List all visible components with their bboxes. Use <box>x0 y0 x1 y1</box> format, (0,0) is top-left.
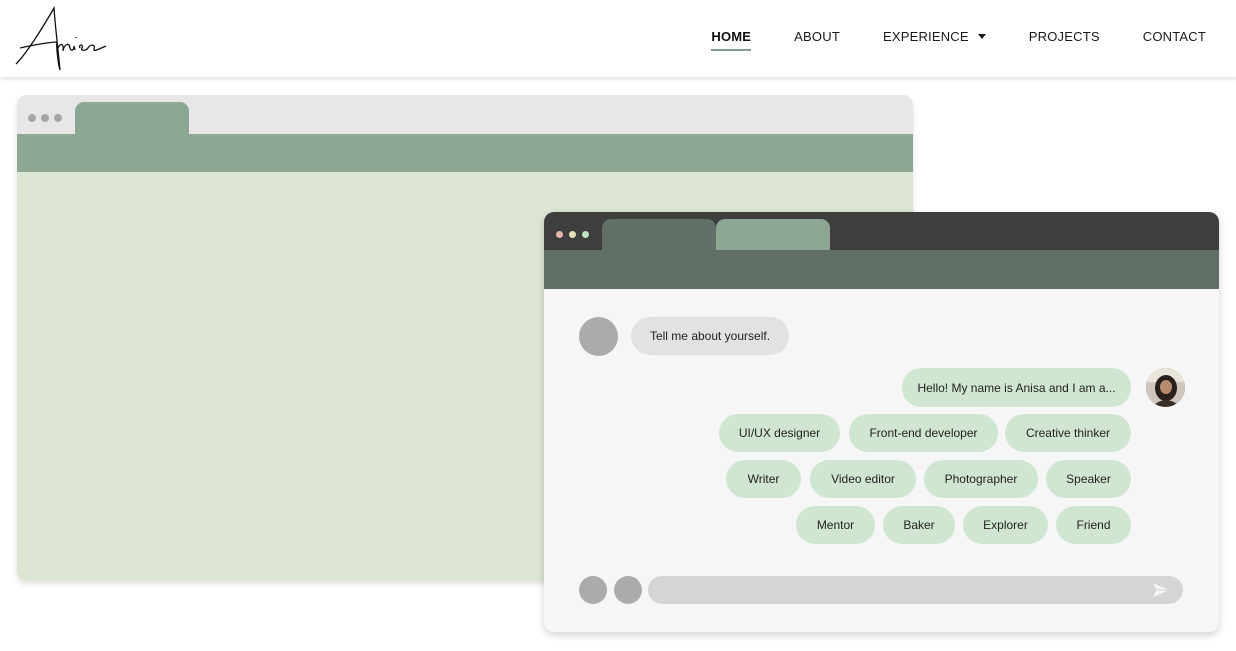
window-dots <box>556 231 589 238</box>
back-window-titlebar <box>17 95 913 134</box>
avatar <box>1146 368 1185 407</box>
caret-down-icon <box>977 33 986 39</box>
window-dot-minimize <box>569 231 576 238</box>
role-chip-speaker[interactable]: Speaker <box>1046 460 1131 498</box>
main-nav: HOME ABOUT EXPERIENCE PROJECTS CONTACT <box>668 0 1206 72</box>
role-chip-video-editor[interactable]: Video editor <box>810 460 916 498</box>
role-chip-writer[interactable]: Writer <box>726 460 801 498</box>
chat-window-toolbar <box>544 250 1219 289</box>
back-window-toolbar <box>17 134 913 172</box>
window-dot-close <box>556 231 563 238</box>
role-chip-photographer[interactable]: Photographer <box>924 460 1038 498</box>
back-window-tab <box>75 102 189 134</box>
nav-contact-label: CONTACT <box>1142 28 1206 44</box>
window-dots <box>28 114 62 122</box>
chat-window-tab <box>716 219 830 250</box>
role-chip-ui-ux-designer[interactable]: UI/UX designer <box>719 414 840 452</box>
window-dot <box>41 114 49 122</box>
role-chip-mentor[interactable]: Mentor <box>796 506 875 544</box>
nav-projects-label: PROJECTS <box>1028 28 1100 44</box>
window-dot <box>54 114 62 122</box>
attachment-button[interactable] <box>579 576 607 604</box>
answer-bubble: Hello! My name is Anisa and I am a... <box>902 368 1131 407</box>
chat-input[interactable] <box>648 576 1183 604</box>
nav-about-label: ABOUT <box>794 28 840 44</box>
question-bubble: Tell me about yourself. <box>631 317 789 355</box>
nav-experience[interactable]: EXPERIENCE <box>883 29 986 44</box>
role-chip-baker[interactable]: Baker <box>883 506 955 544</box>
site-header: HOME ABOUT EXPERIENCE PROJECTS CONTACT <box>0 0 1236 77</box>
nav-projects[interactable]: PROJECTS <box>1029 29 1100 44</box>
send-icon[interactable] <box>1153 583 1169 597</box>
asker-avatar <box>579 317 618 356</box>
role-chip-explorer[interactable]: Explorer <box>963 506 1048 544</box>
nav-experience-label: EXPERIENCE <box>882 28 969 44</box>
role-chip-friend[interactable]: Friend <box>1056 506 1131 544</box>
emoji-button[interactable] <box>614 576 642 604</box>
chat-window-titlebar <box>544 212 1219 250</box>
role-chip-creative-thinker[interactable]: Creative thinker <box>1005 414 1131 452</box>
nav-about[interactable]: ABOUT <box>794 29 840 44</box>
window-dot-maximize <box>582 231 589 238</box>
chat-window: Tell me about yourself. Hello! My name i… <box>544 212 1219 632</box>
nav-home[interactable]: HOME <box>711 28 752 51</box>
window-dot <box>28 114 36 122</box>
logo[interactable] <box>14 4 112 74</box>
chat-window-tab-active <box>602 219 716 250</box>
nav-contact[interactable]: CONTACT <box>1143 29 1206 44</box>
role-chip-front-end-developer[interactable]: Front-end developer <box>849 414 998 452</box>
nav-home-label: HOME <box>711 28 752 44</box>
